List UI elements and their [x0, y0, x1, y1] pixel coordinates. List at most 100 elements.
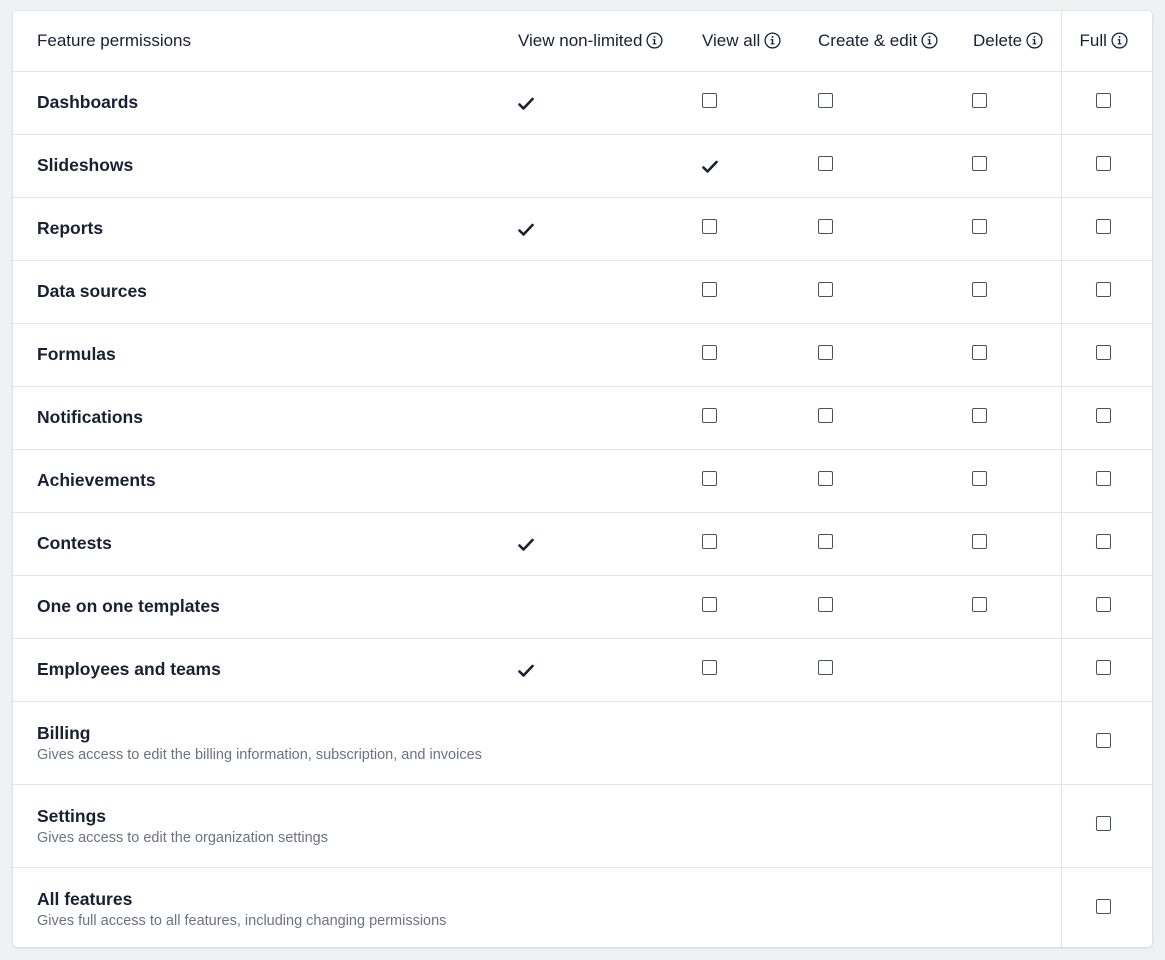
info-icon[interactable]	[921, 32, 938, 49]
permission-checkbox[interactable]	[1095, 732, 1111, 748]
info-icon[interactable]	[646, 32, 663, 49]
permission-checkbox[interactable]	[972, 92, 987, 108]
header-full: Full	[1060, 11, 1152, 72]
permission-checkbox[interactable]	[702, 92, 717, 108]
cell-create-edit	[795, 323, 949, 387]
permission-checkbox[interactable]	[1095, 596, 1111, 612]
permission-checkbox[interactable]	[1095, 344, 1111, 360]
cell-view-non-limited	[495, 260, 679, 324]
permission-checkbox[interactable]	[1095, 407, 1111, 423]
permission-checkbox[interactable]	[972, 155, 987, 171]
permission-checkbox[interactable]	[972, 344, 987, 360]
feature-name-cell: Achievements	[13, 449, 495, 513]
feature-title: One on one templates	[37, 596, 220, 616]
table-row: All features Gives full access to all fea…	[13, 867, 1152, 947]
feature-title: Notifications	[37, 407, 143, 427]
permission-checkbox[interactable]	[1095, 533, 1111, 549]
table-row: Achievements	[13, 449, 1152, 513]
feature-name-cell: Slideshows	[13, 134, 495, 198]
cell-view-all	[679, 71, 795, 135]
permission-checkbox[interactable]	[818, 155, 833, 171]
header-label: Create & edit	[818, 30, 918, 50]
permission-checkbox[interactable]	[702, 533, 717, 549]
check-icon	[518, 222, 534, 236]
cell-view-all	[679, 575, 795, 639]
permission-checkbox[interactable]	[972, 470, 987, 486]
permission-checkbox[interactable]	[972, 218, 987, 234]
feature-name-cell: Dashboards	[13, 71, 495, 135]
cell-view-non-limited	[495, 386, 679, 450]
permission-checkbox[interactable]	[818, 533, 833, 549]
cell-delete	[949, 197, 1061, 261]
header-create-edit: Create & edit	[795, 11, 949, 72]
permission-checkbox[interactable]	[702, 470, 717, 486]
table-row: Notifications	[13, 386, 1152, 450]
cell-delete	[949, 71, 1061, 135]
permission-checkbox[interactable]	[972, 533, 987, 549]
cell-full	[1060, 867, 1152, 947]
cell-view-non-limited	[495, 867, 679, 947]
feature-name-cell: Notifications	[13, 386, 495, 450]
check-icon	[702, 159, 718, 173]
permission-checkbox[interactable]	[818, 92, 833, 108]
permission-checkbox[interactable]	[818, 659, 833, 675]
cell-delete	[949, 260, 1061, 324]
cell-full	[1060, 386, 1152, 450]
table-row: Contests	[13, 512, 1152, 576]
cell-view-all	[679, 134, 795, 198]
permission-checkbox[interactable]	[1095, 898, 1111, 914]
cell-create-edit	[795, 867, 949, 947]
feature-title: Data sources	[37, 281, 147, 301]
header-label: Feature permissions	[37, 30, 192, 50]
table-row: Billing Gives access to edit the billing …	[13, 701, 1152, 785]
permission-checkbox[interactable]	[702, 407, 717, 423]
feature-title: Slideshows	[37, 155, 134, 175]
header-label: View all	[702, 30, 761, 50]
permission-checkbox[interactable]	[818, 281, 833, 297]
check-icon	[518, 537, 534, 551]
permission-checkbox[interactable]	[818, 218, 833, 234]
info-icon[interactable]	[1111, 32, 1128, 49]
permission-checkbox[interactable]	[818, 470, 833, 486]
permission-checkbox[interactable]	[972, 596, 987, 612]
permission-checkbox[interactable]	[1095, 281, 1111, 297]
feature-description: Gives full access to all features, inclu…	[37, 912, 447, 929]
permission-checkbox[interactable]	[1095, 659, 1111, 675]
cell-delete	[949, 701, 1061, 785]
check-icon	[518, 663, 534, 677]
permission-checkbox[interactable]	[1095, 470, 1111, 486]
permission-checkbox[interactable]	[972, 407, 987, 423]
table-row: Data sources	[13, 260, 1152, 324]
info-icon[interactable]	[1026, 32, 1043, 49]
table-row: One on one templates	[13, 575, 1152, 639]
permission-checkbox[interactable]	[702, 281, 717, 297]
permission-checkbox[interactable]	[818, 596, 833, 612]
cell-delete	[949, 575, 1061, 639]
feature-name-cell: Employees and teams	[13, 638, 495, 702]
permission-checkbox[interactable]	[1095, 155, 1111, 171]
permission-checkbox[interactable]	[818, 344, 833, 360]
cell-delete	[949, 512, 1061, 576]
cell-view-non-limited	[495, 575, 679, 639]
cell-full	[1060, 197, 1152, 261]
permission-checkbox[interactable]	[702, 218, 717, 234]
permission-checkbox[interactable]	[702, 659, 717, 675]
permission-checkbox[interactable]	[702, 344, 717, 360]
permission-checkbox[interactable]	[1095, 218, 1111, 234]
permission-checkbox[interactable]	[818, 407, 833, 423]
cell-full	[1060, 784, 1152, 868]
cell-create-edit	[795, 784, 949, 868]
table-row: Formulas	[13, 323, 1152, 387]
cell-view-non-limited	[495, 134, 679, 198]
header-view-non-limited: View non-limited	[495, 11, 679, 72]
cell-create-edit	[795, 701, 949, 785]
permission-checkbox[interactable]	[1095, 92, 1111, 108]
info-icon[interactable]	[764, 32, 781, 49]
permissions-table: Feature permissions View non-limited Vie…	[13, 11, 1152, 947]
permission-checkbox[interactable]	[972, 281, 987, 297]
check-icon	[518, 96, 534, 110]
permission-checkbox[interactable]	[702, 596, 717, 612]
cell-create-edit	[795, 512, 949, 576]
permission-checkbox[interactable]	[1095, 815, 1111, 831]
cell-view-non-limited	[495, 71, 679, 135]
